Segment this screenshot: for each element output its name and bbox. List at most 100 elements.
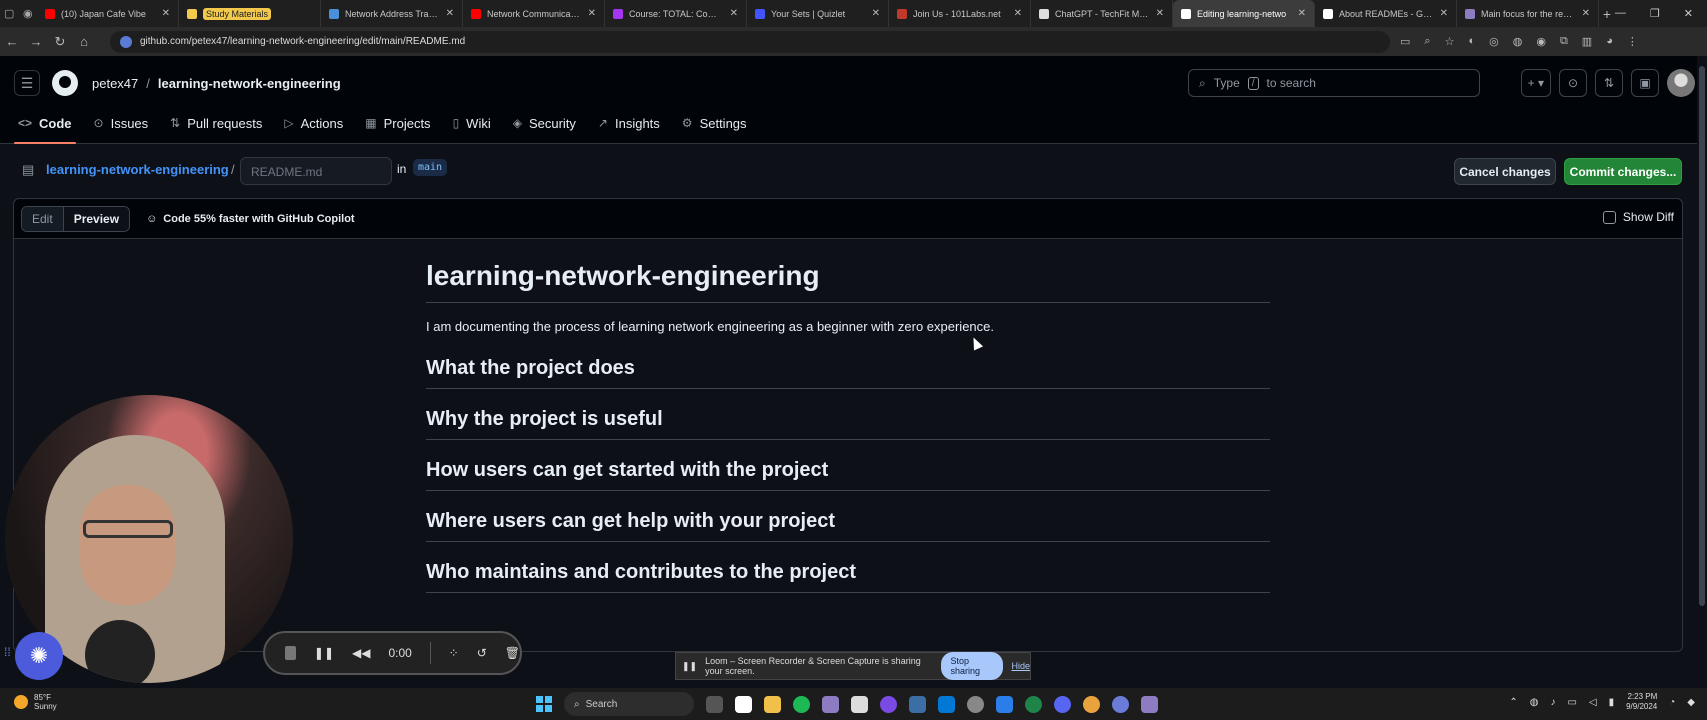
- close-window-icon[interactable]: ✕: [1684, 7, 1693, 20]
- extension-icon[interactable]: ◉: [1536, 35, 1546, 48]
- close-tab-icon[interactable]: ✕: [1582, 8, 1590, 19]
- search-input[interactable]: ⌕ Type / to search: [1188, 69, 1480, 97]
- notification-icon[interactable]: ◔: [1669, 697, 1675, 708]
- site-info-icon[interactable]: [120, 35, 132, 48]
- chevron-up-icon[interactable]: ⌃: [1509, 697, 1517, 708]
- page-scrollbar[interactable]: [1697, 56, 1707, 688]
- tab-code[interactable]: <> Code: [14, 108, 75, 144]
- hide-banner-link[interactable]: Hide: [1011, 661, 1030, 671]
- task-view-icon[interactable]: [706, 695, 723, 713]
- browser-tab[interactable]: Network Address Translat ✕: [321, 0, 464, 27]
- tab-security[interactable]: ◈ Security: [513, 108, 576, 138]
- stop-recording-icon[interactable]: [285, 646, 296, 660]
- github-logo-icon[interactable]: [52, 70, 78, 96]
- tab-actions[interactable]: ▷ Actions: [284, 108, 343, 138]
- grid-icon[interactable]: ⁘: [449, 646, 459, 660]
- tab-insights[interactable]: ↗ Insights: [598, 108, 660, 138]
- file-explorer-icon[interactable]: [764, 695, 781, 713]
- reload-icon[interactable]: ↻: [48, 34, 72, 50]
- url-field[interactable]: github.com/petex47/learning-network-engi…: [110, 30, 1390, 53]
- clock[interactable]: 2:23 PM 9/9/2024: [1626, 692, 1657, 713]
- taskbar-search[interactable]: ⌕ Search: [564, 692, 694, 716]
- battery-icon[interactable]: ▮: [1609, 697, 1615, 708]
- app-icon[interactable]: [967, 695, 984, 713]
- close-tab-icon[interactable]: ✕: [446, 8, 454, 19]
- discord-icon[interactable]: [1054, 695, 1071, 713]
- vscode-icon[interactable]: [938, 695, 955, 713]
- profile-icon[interactable]: ◕: [1606, 35, 1613, 48]
- mail-icon[interactable]: [735, 695, 752, 713]
- tab-issues[interactable]: ⊙ Issues: [94, 108, 149, 138]
- rewind-icon[interactable]: ◀◀: [352, 646, 370, 660]
- loom-logo-button[interactable]: ✺: [15, 632, 63, 680]
- menu-icon[interactable]: ☰: [14, 70, 40, 96]
- minimize-icon[interactable]: —: [1615, 7, 1626, 20]
- browser-tab[interactable]: Network Communication ✕: [463, 0, 606, 27]
- tab-preview[interactable]: Preview: [62, 206, 130, 231]
- install-icon[interactable]: ▭: [1400, 35, 1410, 48]
- filename-input[interactable]: README.md: [240, 157, 392, 185]
- tab-projects[interactable]: ▦ Projects: [365, 108, 430, 138]
- browser-tab[interactable]: Study Materials: [179, 0, 322, 27]
- tab-search-icon[interactable]: ▢: [0, 0, 19, 27]
- extension-icon[interactable]: ◍: [1513, 35, 1523, 48]
- home-icon[interactable]: ⌂: [72, 34, 96, 49]
- browser-menu-icon[interactable]: ⋮: [1627, 35, 1638, 48]
- avatar[interactable]: [1667, 69, 1695, 97]
- network-icon[interactable]: ▭: [1567, 697, 1576, 708]
- close-tab-icon[interactable]: ✕: [1440, 8, 1448, 19]
- inbox-icon[interactable]: ▣: [1631, 69, 1659, 97]
- tab-edit[interactable]: Edit: [22, 206, 63, 231]
- restore-icon[interactable]: ❐: [1650, 7, 1660, 20]
- browser-tab[interactable]: Your Sets | Quizlet ✕: [747, 0, 890, 27]
- restart-icon[interactable]: ↺: [477, 646, 487, 660]
- commit-changes-button[interactable]: Commit changes...: [1564, 158, 1682, 185]
- browser-tab[interactable]: ChatGPT - TechFit Mentor ✕: [1031, 0, 1174, 27]
- owner-link[interactable]: petex47: [92, 76, 138, 91]
- cancel-changes-button[interactable]: Cancel changes: [1454, 158, 1556, 185]
- browser-tab[interactable]: Join Us - 101Labs.net ✕: [889, 0, 1032, 27]
- browser-tab[interactable]: Editing learning-netwo ✕: [1173, 0, 1316, 27]
- issues-icon[interactable]: ⊙: [1559, 69, 1587, 97]
- start-windows-icon[interactable]: [536, 696, 552, 712]
- app-icon[interactable]: [996, 695, 1013, 713]
- bookmark-star-icon[interactable]: ☆: [1445, 35, 1455, 48]
- back-icon[interactable]: ←: [0, 34, 24, 49]
- forward-icon[interactable]: →: [24, 34, 48, 49]
- chrome-icon[interactable]: [1083, 695, 1100, 713]
- pause-icon[interactable]: ❚❚: [314, 646, 334, 660]
- editor-repo-link[interactable]: learning-network-engineering: [46, 162, 229, 177]
- browser-tab[interactable]: (10) Japan Cafe Vibe ✕: [37, 0, 180, 27]
- create-new-button[interactable]: + ▾: [1520, 69, 1551, 97]
- close-tab-icon[interactable]: ✕: [162, 8, 170, 19]
- notion-icon[interactable]: [851, 695, 868, 713]
- file-tree-toggle-icon[interactable]: ▤: [22, 162, 34, 178]
- tab-settings[interactable]: ⚙ Settings: [682, 108, 747, 138]
- tab-menu-icon[interactable]: ◉: [19, 0, 38, 27]
- weather-widget[interactable]: 85°F Sunny: [14, 693, 57, 711]
- close-tab-icon[interactable]: ✕: [588, 8, 596, 19]
- copilot-promo[interactable]: ☺ Code 55% faster with GitHub Copilot: [146, 213, 355, 225]
- close-tab-icon[interactable]: ✕: [1298, 8, 1306, 19]
- trash-icon[interactable]: 🗑: [505, 646, 520, 660]
- obsidian-icon[interactable]: [822, 695, 839, 713]
- close-tab-icon[interactable]: ✕: [1014, 8, 1022, 19]
- app-icon[interactable]: [1025, 695, 1042, 713]
- browser-tab[interactable]: Main focus for the rest of ✕: [1457, 0, 1600, 27]
- snipping-icon[interactable]: [909, 695, 926, 713]
- pull-requests-icon[interactable]: ⇅: [1595, 69, 1623, 97]
- volume-icon[interactable]: ◁: [1589, 697, 1597, 708]
- app-icon[interactable]: [1141, 695, 1158, 713]
- stop-sharing-button[interactable]: Stop sharing: [940, 652, 1004, 680]
- sidepanel-icon[interactable]: ▥: [1582, 35, 1592, 48]
- browser-tab[interactable]: About READMEs - GitHub ✕: [1315, 0, 1458, 27]
- close-tab-icon[interactable]: ✕: [872, 8, 880, 19]
- drag-handle-icon[interactable]: ⁞⁞: [4, 645, 11, 659]
- close-tab-icon[interactable]: ✕: [1156, 8, 1164, 19]
- tab-wiki[interactable]: ▯ Wiki: [453, 108, 491, 138]
- extension-icon[interactable]: ◎: [1489, 35, 1499, 48]
- zoom-icon[interactable]: ⌕: [1424, 35, 1430, 48]
- new-tab-button[interactable]: +: [1599, 6, 1615, 22]
- repo-link[interactable]: learning-network-engineering: [158, 76, 341, 91]
- tray-app-icon[interactable]: ◍: [1530, 697, 1539, 708]
